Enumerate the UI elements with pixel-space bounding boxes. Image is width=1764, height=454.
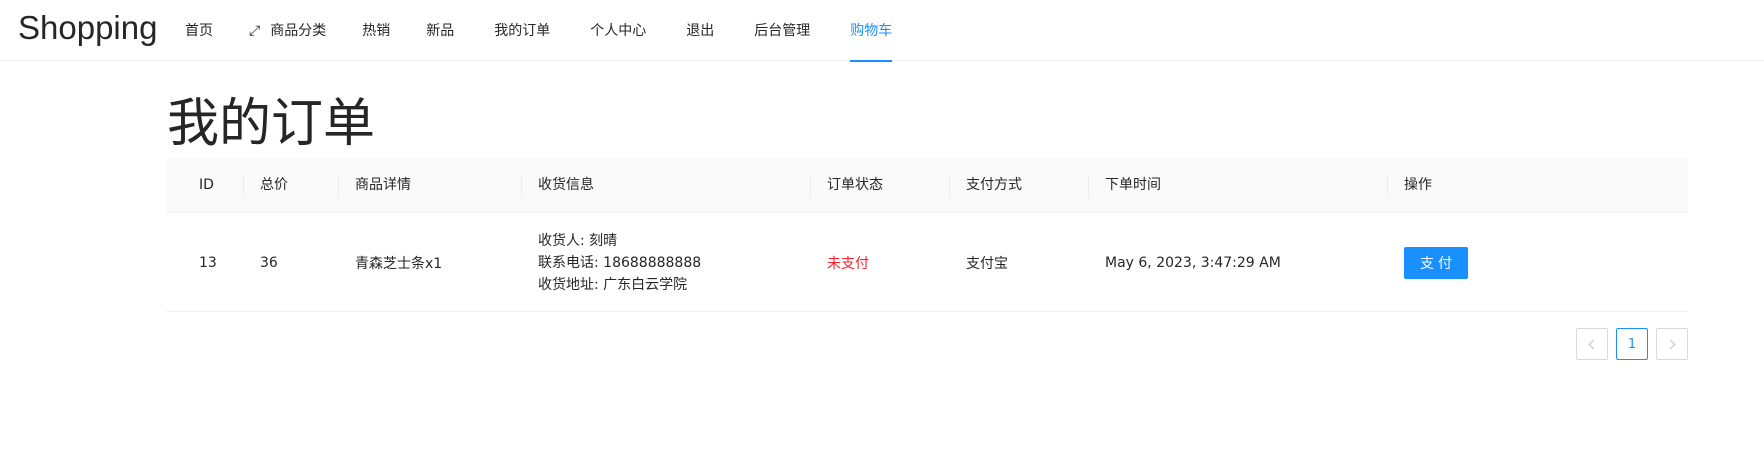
nav-new[interactable]: 新品 <box>426 0 454 61</box>
col-id: ID <box>199 177 214 193</box>
nav-profile[interactable]: 个人中心 <box>590 0 646 61</box>
column-divider <box>1088 176 1089 198</box>
col-shipping: 收货信息 <box>538 177 594 193</box>
nav-hot[interactable]: 热销 <box>362 0 390 61</box>
nav-label: 个人中心 <box>590 22 647 39</box>
table-header: ID 总价 商品详情 收货信息 订单状态 支付方式 下单时间 操作 <box>167 158 1688 213</box>
nav-label: 购物车 <box>850 22 893 39</box>
column-divider <box>338 176 339 198</box>
brand-logo[interactable]: Shopping <box>18 9 157 47</box>
nav-label: 新品 <box>426 22 455 39</box>
orders-table: ID 总价 商品详情 收货信息 订单状态 支付方式 下单时间 操作 13 36 … <box>167 158 1688 312</box>
main-nav: 首页 ⤢ 商品分类 热销 新品 我的订单 个人中心 退出 后台管理 购物车 <box>185 0 893 62</box>
nav-my-orders[interactable]: 我的订单 <box>494 0 550 61</box>
nav-cart[interactable]: 购物车 <box>850 0 893 62</box>
col-time: 下单时间 <box>1105 177 1161 193</box>
col-product: 商品详情 <box>355 177 411 193</box>
next-page-button[interactable] <box>1656 328 1688 360</box>
status-badge: 未支付 <box>827 255 869 272</box>
cell-shipping: 收货人: 刻晴 联系电话: 18688888888 收货地址: 广东白云学院 <box>538 213 701 312</box>
column-divider <box>1387 176 1388 198</box>
nav-categories[interactable]: ⤢ 商品分类 <box>249 0 326 61</box>
receiver-phone: 联系电话: 18688888888 <box>538 254 702 271</box>
nav-home[interactable]: 首页 <box>185 0 213 61</box>
prev-page-button[interactable] <box>1576 328 1608 360</box>
chevron-right-icon <box>1665 339 1676 349</box>
page-title: 我的订单 <box>167 94 376 154</box>
col-action: 操作 <box>1404 177 1432 193</box>
column-divider <box>949 176 950 198</box>
nav-label: 首页 <box>185 22 213 39</box>
cell-payment: 支付宝 <box>966 255 1008 272</box>
col-payment: 支付方式 <box>966 177 1022 193</box>
pay-button[interactable]: 支付 <box>1404 246 1468 279</box>
nav-label: 退出 <box>686 22 715 39</box>
nav-label: 热销 <box>362 22 391 39</box>
pagination: 1 <box>1576 328 1688 360</box>
col-total: 总价 <box>260 177 288 193</box>
cell-total: 36 <box>260 254 278 271</box>
column-divider <box>810 176 811 198</box>
column-divider <box>243 176 244 198</box>
cell-id: 13 <box>199 254 217 271</box>
receiver-address: 收货地址: 广东白云学院 <box>538 276 688 293</box>
chevron-left-icon <box>1588 339 1599 349</box>
page-number[interactable]: 1 <box>1616 328 1648 360</box>
col-status: 订单状态 <box>827 177 883 193</box>
expand-arrows-icon: ⤢ <box>249 22 261 39</box>
nav-admin[interactable]: 后台管理 <box>754 0 810 61</box>
nav-logout[interactable]: 退出 <box>686 0 714 61</box>
nav-label: 我的订单 <box>494 22 551 39</box>
nav-label: 后台管理 <box>754 22 811 39</box>
cell-time: May 6, 2023, 3:47:29 AM <box>1105 254 1281 271</box>
receiver-name: 收货人: 刻晴 <box>538 232 618 249</box>
nav-label: 商品分类 <box>270 22 327 39</box>
table-row: 13 36 青森芝士条x1 收货人: 刻晴 联系电话: 18688888888 … <box>167 213 1688 312</box>
cell-product: 青森芝士条x1 <box>355 255 443 272</box>
column-divider <box>521 176 522 198</box>
cell-action: 支付 <box>1404 213 1468 312</box>
top-navbar: Shopping 首页 ⤢ 商品分类 热销 新品 我的订单 个人中心 退出 后台… <box>0 0 1764 62</box>
